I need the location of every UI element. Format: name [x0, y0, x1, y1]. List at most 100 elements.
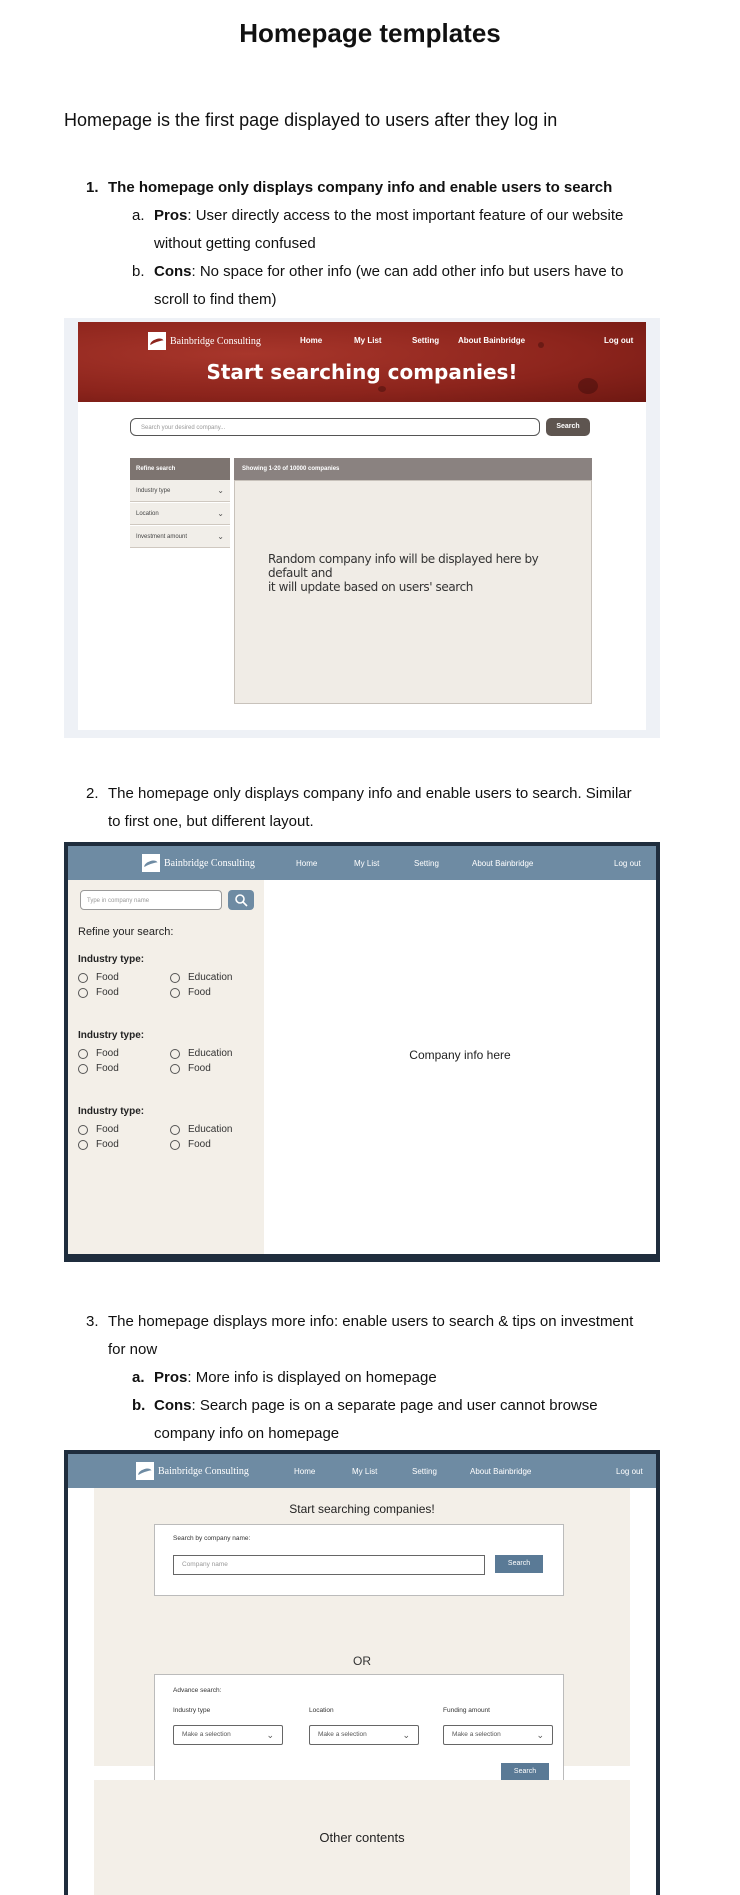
pros-label: Pros — [154, 207, 188, 224]
item-3-pros: a. Pros: More info is displayed on homepa… — [132, 1364, 437, 1392]
brand-logo[interactable]: Bainbridge Consulting — [136, 1462, 249, 1480]
radio-option[interactable]: Food — [78, 1063, 119, 1074]
logout-link[interactable]: Log out — [614, 859, 641, 868]
refine-header: Refine search — [130, 458, 230, 480]
nav-setting[interactable]: Setting — [412, 336, 439, 345]
logout-link[interactable]: Log out — [616, 1467, 643, 1476]
nav-home[interactable]: Home — [296, 859, 317, 868]
nav-about[interactable]: About Bainbridge — [458, 336, 525, 345]
funding-amount-label: Funding amount — [443, 1707, 490, 1714]
sub-letter: a. — [132, 1369, 145, 1386]
filter-location[interactable]: Location ⌄ — [130, 503, 230, 525]
item-number: 2. — [86, 785, 99, 802]
radio-option[interactable]: Food — [170, 1139, 211, 1150]
radio-icon — [78, 1048, 88, 1059]
item-3: 3. The homepage displays more info: enabl… — [86, 1308, 633, 1336]
radio-option[interactable]: Education — [170, 1048, 232, 1059]
filter-investment[interactable]: Investment amount ⌄ — [130, 526, 230, 548]
chevron-down-icon: ⌄ — [536, 1730, 544, 1740]
search-button[interactable] — [228, 890, 254, 910]
item-text: The homepage only displays company info … — [108, 785, 632, 802]
results-line: Random company info will be displayed he… — [268, 552, 539, 580]
nav-setting[interactable]: Setting — [414, 859, 439, 868]
option-label: Food — [188, 987, 211, 998]
brand-name: Bainbridge Consulting — [158, 1465, 249, 1477]
search-button[interactable]: Search — [546, 418, 590, 436]
logo-icon — [136, 1462, 154, 1480]
radio-icon — [170, 1063, 180, 1074]
filter-label: Industry type — [136, 488, 171, 494]
industry-select[interactable]: Make a selection ⌄ — [173, 1725, 283, 1745]
cons-label: Cons — [154, 1397, 192, 1414]
mockup-2: Bainbridge Consulting Home My List Setti… — [64, 842, 660, 1262]
nav-bar: Bainbridge Consulting Home My List Setti… — [68, 1454, 656, 1488]
radio-option[interactable]: Food — [78, 1124, 119, 1135]
search-panel: Start searching companies! Search by com… — [94, 1488, 630, 1794]
item-1: 1. The homepage only displays company inf… — [86, 174, 612, 202]
radio-option[interactable]: Food — [78, 1139, 119, 1150]
radio-icon — [78, 1063, 88, 1074]
brand-logo[interactable]: Bainbridge Consulting — [148, 332, 261, 350]
option-label: Food — [96, 972, 119, 983]
radio-option[interactable]: Food — [170, 1063, 211, 1074]
option-label: Education — [188, 1124, 233, 1135]
filter-sidebar: Type in company name Refine your search:… — [68, 880, 264, 1254]
nav-my-list[interactable]: My List — [354, 336, 382, 345]
pros-text: : More info is displayed on homepage — [187, 1369, 437, 1386]
item-1-pros: a. Pros: User directly access to the most… — [132, 202, 623, 230]
company-name-input[interactable]: Company name — [173, 1555, 485, 1575]
radio-icon — [170, 1048, 180, 1059]
advanced-search-button[interactable]: Search — [501, 1763, 549, 1781]
funding-select[interactable]: Make a selection ⌄ — [443, 1725, 553, 1745]
option-label: Food — [96, 987, 119, 998]
search-button[interactable]: Search — [495, 1555, 543, 1573]
chevron-down-icon: ⌄ — [217, 486, 224, 495]
pros-label: Pros — [154, 1369, 188, 1386]
radio-option[interactable]: Education — [170, 972, 232, 983]
radio-option[interactable]: Food — [78, 987, 119, 998]
select-value: Make a selection — [318, 1731, 367, 1738]
mockup-3: Bainbridge Consulting Home My List Setti… — [64, 1450, 660, 1895]
filter-group-label: Industry type: — [78, 954, 145, 965]
radio-option[interactable]: Education — [170, 1124, 232, 1135]
nav-home[interactable]: Home — [294, 1467, 315, 1476]
item-2-cont: to first one, but different layout. — [108, 813, 314, 830]
item-text: The homepage only displays company info … — [108, 179, 613, 196]
filter-industry[interactable]: Industry type ⌄ — [130, 480, 230, 502]
nav-about[interactable]: About Bainbridge — [470, 1467, 531, 1476]
item-number: 1. — [86, 179, 99, 196]
radio-icon — [78, 972, 88, 983]
results-placeholder: Random company info will be displayed he… — [268, 552, 568, 594]
radio-icon — [170, 987, 180, 998]
nav-my-list[interactable]: My List — [354, 859, 379, 868]
or-divider: OR — [353, 1654, 371, 1668]
chevron-down-icon: ⌄ — [266, 1730, 274, 1740]
filter-group-label: Industry type: — [78, 1030, 145, 1041]
results-line: it will update based on users' search — [268, 580, 473, 594]
search-input[interactable]: Search your desired company... — [130, 418, 540, 436]
brand-logo[interactable]: Bainbridge Consulting — [142, 854, 255, 872]
radio-option[interactable]: Food — [78, 972, 119, 983]
nav-setting[interactable]: Setting — [412, 1467, 437, 1476]
nav-my-list[interactable]: My List — [352, 1467, 377, 1476]
item-number: 3. — [86, 1313, 99, 1330]
intro-paragraph: Homepage is the first page displayed to … — [64, 110, 558, 130]
nav-home[interactable]: Home — [300, 336, 322, 345]
option-label: Food — [96, 1124, 119, 1135]
logo-icon — [148, 332, 166, 350]
nav-about[interactable]: About Bainbridge — [472, 859, 533, 868]
logout-link[interactable]: Log out — [604, 336, 633, 345]
option-label: Food — [96, 1048, 119, 1059]
radio-option[interactable]: Food — [170, 987, 211, 998]
page-body: Start searching companies! Search by com… — [68, 1488, 656, 1895]
mockup-1-screen: Bainbridge Consulting Home My List Setti… — [78, 322, 646, 730]
option-label: Food — [96, 1063, 119, 1074]
other-contents-text: Other contents — [319, 1830, 405, 1845]
search-input[interactable]: Type in company name — [80, 890, 222, 910]
radio-option[interactable]: Food — [78, 1048, 119, 1059]
results-header: Showing 1-20 of 10000 companies — [234, 458, 592, 480]
search-by-name-label: Search by company name: — [173, 1535, 251, 1542]
location-select[interactable]: Make a selection ⌄ — [309, 1725, 419, 1745]
radio-icon — [78, 987, 88, 998]
item-3-cons-cont: company info on homepage — [154, 1425, 340, 1442]
